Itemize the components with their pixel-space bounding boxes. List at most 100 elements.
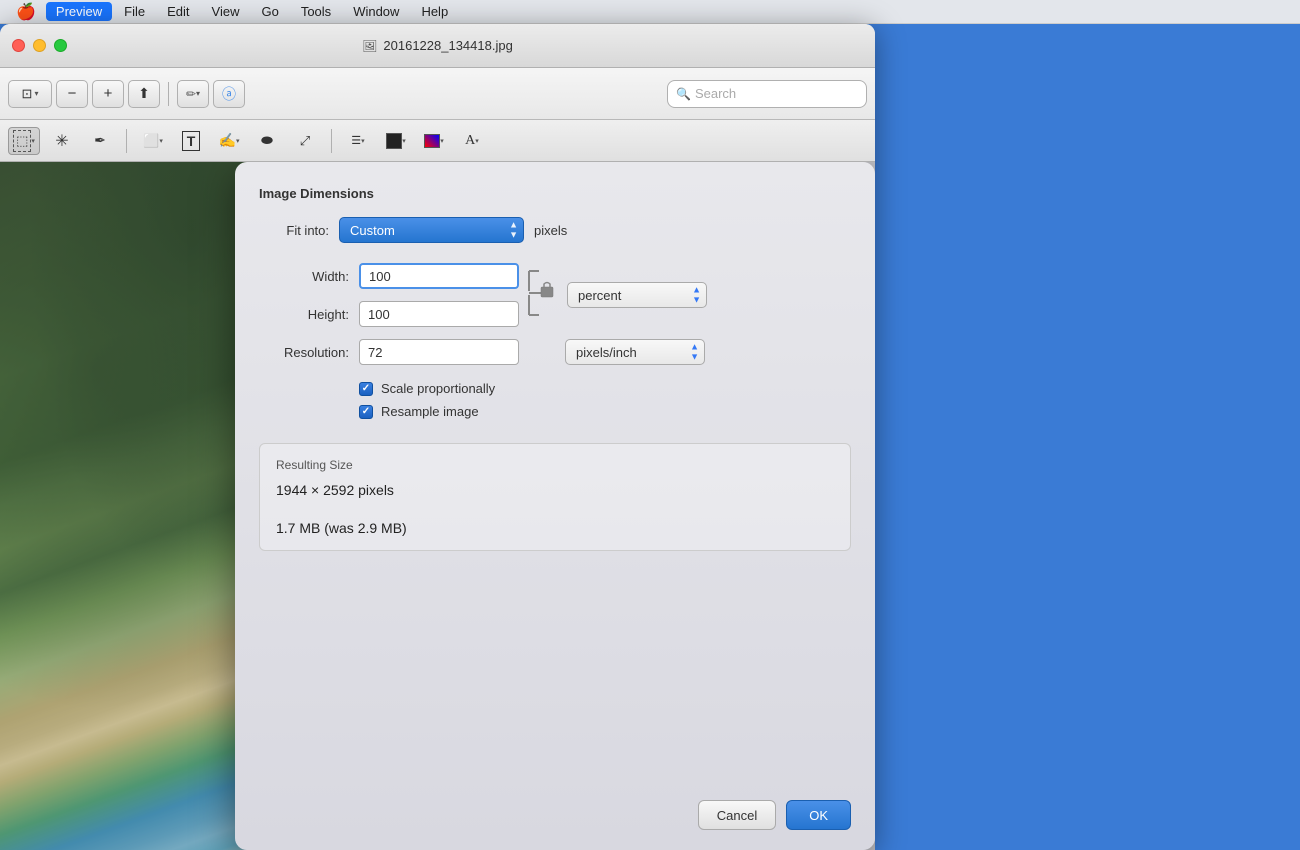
window-title: 20161228_134418.jpg [383, 38, 512, 53]
chevron-down-icon: ▾ [34, 89, 38, 98]
fill-color-chevron: ▾ [440, 137, 444, 145]
main-toolbar: ⊡ ▾ − + ⬆ ✏ ▾ ⓐ 🔍 Search [0, 68, 875, 120]
close-button[interactable] [12, 39, 25, 52]
shape-chevron: ▾ [159, 137, 163, 145]
markup-button[interactable]: ✏ ▾ [177, 80, 209, 108]
crop-button[interactable]: ⤢ [289, 127, 321, 155]
zoom-in-button[interactable]: + [92, 80, 124, 108]
fit-into-select-container: Custom ▲ ▼ [339, 217, 524, 243]
search-bar[interactable]: 🔍 Search [667, 80, 867, 108]
lock-bracket-area [525, 263, 555, 323]
shape-icon: ⬜ [143, 133, 159, 149]
fit-into-label: Fit into: [259, 223, 329, 238]
resolution-unit-area: pixels/inch pixels/cm ▲ ▼ [565, 339, 705, 365]
resolution-input[interactable] [359, 339, 519, 365]
zoom-in-icon: + [104, 85, 113, 102]
search-placeholder: Search [695, 86, 736, 101]
text-icon: T [182, 131, 201, 151]
zoom-out-icon: − [68, 85, 77, 102]
resolution-unit-select[interactable]: pixels/inch pixels/cm [565, 339, 705, 365]
adjust-icon: ⬬ [261, 132, 273, 149]
width-input[interactable] [359, 263, 519, 289]
ann-separator-1 [126, 129, 127, 153]
title-bar: 🖼 20161228_134418.jpg [0, 24, 875, 68]
fit-into-select[interactable]: Custom [339, 217, 524, 243]
scale-proportionally-label: Scale proportionally [381, 381, 495, 396]
unit-select[interactable]: percent pixels [567, 282, 707, 308]
unit-select-area: percent pixels ▲ ▼ [567, 282, 707, 308]
menu-item-view[interactable]: View [202, 2, 250, 21]
annotate-button[interactable]: ⓐ [213, 80, 245, 108]
shape-button[interactable]: ⬜ ▾ [137, 127, 169, 155]
preview-window: 🖼 20161228_134418.jpg ⊡ ▾ − + ⬆ ✏ ▾ [0, 24, 875, 824]
resolution-row: Resolution: pixels/inch pixels/cm ▲ [259, 339, 851, 365]
lock-bracket-svg [525, 263, 555, 323]
height-label: Height: [259, 307, 349, 322]
crop-icon: ⤢ [300, 133, 310, 149]
menu-item-preview[interactable]: Preview [46, 2, 112, 21]
adjust-button[interactable]: ⬬ [251, 127, 283, 155]
magic-wand-icon: ✳ [55, 131, 68, 151]
modal-overlay: Image Dimensions Fit into: Custom ▲ ▼ [0, 162, 875, 850]
menu-item-help[interactable]: Help [411, 2, 458, 21]
resulting-size-section: Resulting Size 1944 × 2592 pixels 1.7 MB… [259, 443, 851, 551]
checkbox-section: Scale proportionally Resample image [359, 381, 851, 427]
fit-into-row: Fit into: Custom ▲ ▼ pixels [259, 217, 851, 243]
share-icon: ⬆ [138, 85, 150, 102]
signature-icon: ✍ [219, 132, 236, 149]
menu-item-window[interactable]: Window [343, 2, 409, 21]
width-label: Width: [259, 269, 349, 284]
window-chrome: 🖼 20161228_134418.jpg ⊡ ▾ − + ⬆ ✏ ▾ [0, 24, 875, 850]
resulting-size-file: 1.7 MB (was 2.9 MB) [276, 520, 834, 536]
apple-menu-icon[interactable]: 🍎 [8, 2, 44, 22]
unit-select-container: percent pixels ▲ ▼ [567, 282, 707, 308]
border-color-button[interactable]: ▾ [380, 127, 412, 155]
scale-proportionally-row: Scale proportionally [359, 381, 851, 396]
image-dimensions-dialog: Image Dimensions Fit into: Custom ▲ ▼ [235, 162, 875, 850]
selection-tool-button[interactable]: ⬚ ▾ [8, 127, 40, 155]
sketch-button[interactable]: ✒ [84, 127, 116, 155]
border-color-icon [386, 133, 402, 149]
menu-item-edit[interactable]: Edit [157, 2, 199, 21]
content-area: Image Dimensions Fit into: Custom ▲ ▼ [0, 162, 875, 850]
selection-chevron: ▾ [31, 137, 35, 145]
resample-image-row: Resample image [359, 404, 851, 419]
scale-proportionally-checkbox[interactable] [359, 382, 373, 396]
sketch-icon: ✒ [94, 132, 106, 149]
magic-wand-button[interactable]: ✳ [46, 127, 78, 155]
zoom-out-button[interactable]: − [56, 80, 88, 108]
file-icon: 🖼 [362, 39, 377, 53]
annotation-toolbar: ⬚ ▾ ✳ ✒ ⬜ ▾ T ✍ ▾ ⬬ [0, 120, 875, 162]
sidebar-toggle-button[interactable]: ⊡ ▾ [8, 80, 52, 108]
fill-color-button[interactable]: ▾ [418, 127, 450, 155]
signature-button[interactable]: ✍ ▾ [213, 127, 245, 155]
pixels-label: pixels [534, 223, 567, 238]
toolbar-separator-1 [168, 82, 169, 106]
menu-item-go[interactable]: Go [251, 2, 288, 21]
sidebar-icon: ⊡ [22, 86, 33, 102]
label-field-column: Width: Height: [259, 263, 519, 327]
font-button[interactable]: A ▾ [456, 127, 488, 155]
maximize-button[interactable] [54, 39, 67, 52]
share-button[interactable]: ⬆ [128, 80, 160, 108]
ann-separator-2 [331, 129, 332, 153]
border-color-chevron: ▾ [402, 137, 406, 145]
minimize-button[interactable] [33, 39, 46, 52]
menu-item-file[interactable]: File [114, 2, 155, 21]
markup-chevron: ▾ [196, 89, 200, 98]
resolution-unit-container: pixels/inch pixels/cm ▲ ▼ [565, 339, 705, 365]
height-input[interactable] [359, 301, 519, 327]
window-title-area: 🖼 20161228_134418.jpg [362, 38, 513, 53]
line-style-button[interactable]: ☰ ▾ [342, 127, 374, 155]
selection-icon: ⬚ [13, 130, 31, 152]
resample-image-checkbox[interactable] [359, 405, 373, 419]
dimension-fields-group: Width: Height: [259, 263, 851, 327]
resolution-label: Resolution: [259, 345, 349, 360]
resulting-size-title: Resulting Size [276, 458, 834, 472]
menu-item-tools[interactable]: Tools [291, 2, 341, 21]
resulting-size-dimensions: 1944 × 2592 pixels [276, 482, 834, 498]
width-row: Width: [259, 263, 519, 289]
resample-image-label: Resample image [381, 404, 479, 419]
search-icon: 🔍 [676, 87, 691, 101]
text-button[interactable]: T [175, 127, 207, 155]
